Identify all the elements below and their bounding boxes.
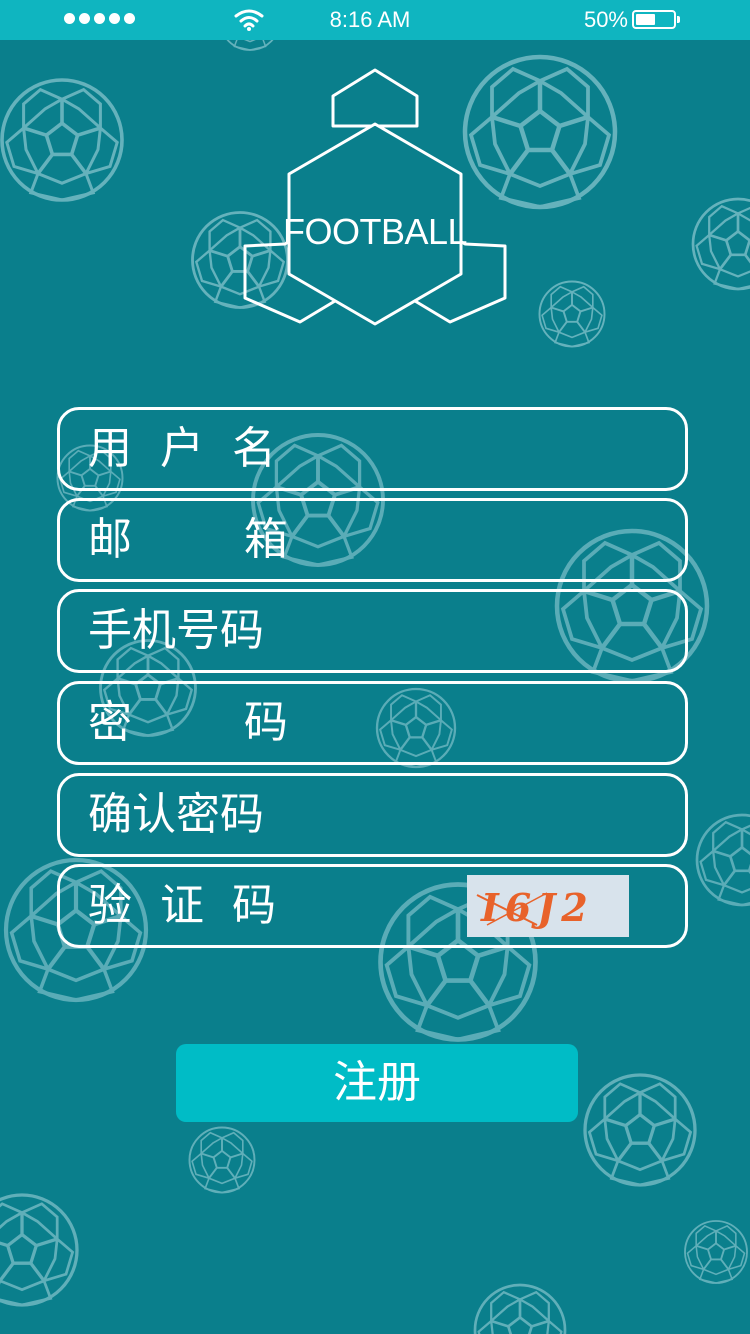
captcha-graphic: I6J2 bbox=[476, 885, 594, 930]
battery-icon bbox=[632, 10, 680, 29]
captcha-text: I6J2 bbox=[480, 885, 594, 930]
wifi-icon bbox=[234, 9, 264, 31]
battery-percent: 50% bbox=[583, 7, 628, 32]
confirm-password-label: 确认密码 bbox=[88, 789, 264, 840]
captcha-field[interactable]: 验 证 码 I6J2 bbox=[57, 864, 688, 948]
password-field[interactable]: 密 码 bbox=[57, 681, 688, 765]
email-field[interactable]: 邮 箱 bbox=[57, 498, 688, 582]
status-time: 8:16 AM bbox=[329, 7, 411, 32]
captcha-label: 验 证 码 bbox=[88, 880, 276, 931]
hexagon-logo-icon bbox=[243, 68, 507, 326]
register-button-label: 注册 bbox=[333, 1057, 421, 1108]
email-label: 邮 箱 bbox=[88, 514, 288, 565]
phone-field[interactable]: 手机号码 bbox=[57, 589, 688, 673]
confirm-password-field[interactable]: 确认密码 bbox=[57, 773, 688, 857]
logo-text: FOOTBALL bbox=[282, 211, 468, 252]
username-label: 用 户 名 bbox=[88, 423, 276, 474]
signal-dots-icon bbox=[64, 13, 135, 24]
captcha-image[interactable]: I6J2 bbox=[467, 875, 629, 937]
status-bar: 8:16 AM 50% bbox=[0, 0, 750, 40]
password-label: 密 码 bbox=[88, 697, 288, 748]
username-field[interactable]: 用 户 名 bbox=[57, 407, 688, 491]
register-button[interactable]: 注册 bbox=[176, 1044, 578, 1122]
phone-label: 手机号码 bbox=[88, 605, 264, 656]
